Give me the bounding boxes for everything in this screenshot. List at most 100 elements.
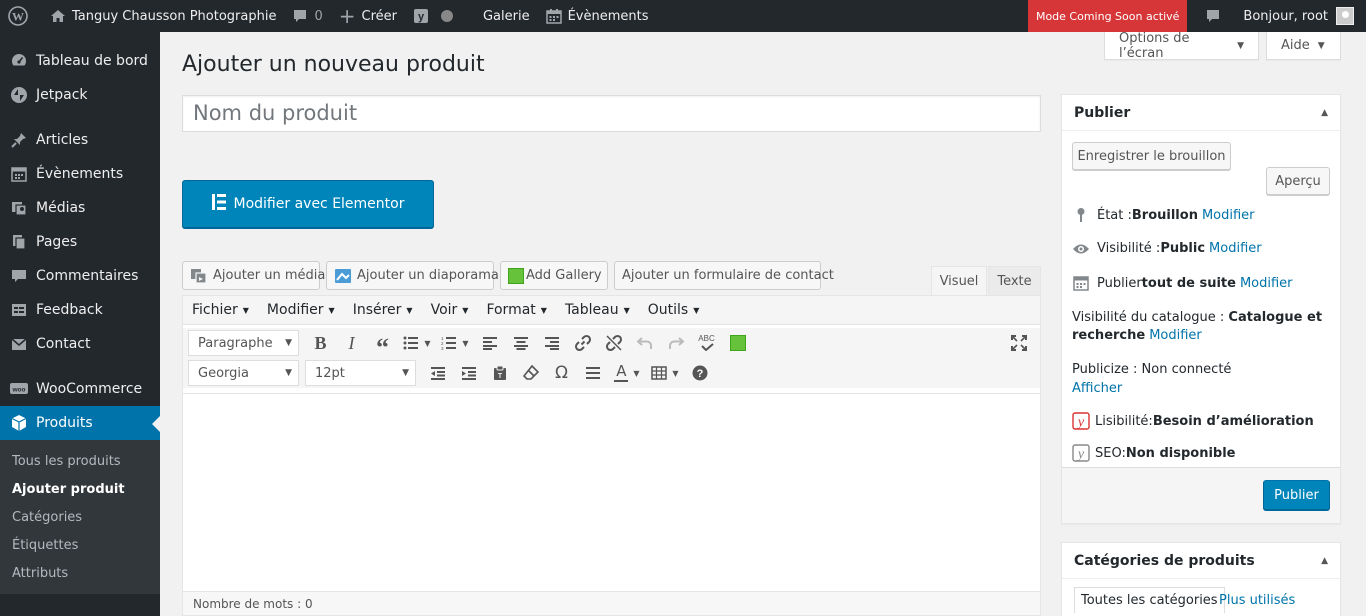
bullet-list-icon[interactable]: ▼ [398,329,436,357]
tab-most-used[interactable]: Plus utilisés [1213,587,1301,613]
menu-insert[interactable]: Insérer ▼ [344,302,422,318]
preview-button[interactable]: Aperçu [1266,167,1330,195]
help-button[interactable]: Aide ▼ [1266,32,1341,60]
collapse-arrow-icon[interactable]: ▲ [1321,108,1328,118]
menu-format[interactable]: Format ▼ [477,302,556,318]
align-center-icon[interactable] [505,329,536,357]
submenu-add-product[interactable]: Ajouter produit [0,475,160,503]
link-icon[interactable] [567,329,598,357]
menu-label: Évènements [36,166,124,182]
admin-bar: W Tanguy Chausson Photographie 0 + Créer… [0,0,1366,32]
paste-text-icon[interactable]: T [484,359,515,387]
screen-options-button[interactable]: Options de l’écran ▼ [1104,31,1259,61]
status-edit-link[interactable]: Modifier [1202,208,1255,223]
unlink-icon[interactable] [598,329,629,357]
menu-pages[interactable]: Pages [0,225,160,259]
outdent-icon[interactable] [422,359,453,387]
product-name-input[interactable]: Nom du produit [182,95,1041,132]
menu-table[interactable]: Tableau ▼ [556,302,639,318]
menu-edit[interactable]: Modifier ▼ [258,302,344,318]
bold-icon[interactable]: B [305,329,336,357]
menu-jetpack[interactable]: Jetpack [0,78,160,112]
svg-text:3: 3 [441,346,444,350]
font-size-select[interactable]: 12pt ▼ [305,360,416,386]
table-icon[interactable]: ▼ [646,359,684,387]
avatar [1336,7,1354,25]
plus-icon: + [338,4,356,28]
submenu-categories[interactable]: Catégories [0,503,160,531]
editor-toolbar-1: Paragraphe ▼ B I “ ▼ 1 2 3 ▼ ABC [183,328,1040,362]
fullscreen-icon[interactable] [1003,329,1034,357]
submenu-tags[interactable]: Étiquettes [0,531,160,559]
menu-media[interactable]: Médias [0,191,160,225]
menu-events[interactable]: Évènements [0,157,160,191]
blockquote-icon[interactable]: “ [367,329,398,362]
tab-all-categories[interactable]: Toutes les catégories [1074,587,1225,613]
font-family-select[interactable]: Georgia ▼ [188,360,299,386]
align-left-icon[interactable] [474,329,505,357]
add-gallery-button[interactable]: Add Gallery [500,261,608,290]
collapse-arrow-icon[interactable]: ▲ [1321,556,1328,566]
my-account-link[interactable]: Bonjour, root [1235,0,1366,32]
publish-button[interactable]: Publier [1263,480,1330,510]
submenu-all-products[interactable]: Tous les produits [0,447,160,475]
notifications-link[interactable] [1197,0,1235,32]
indent-icon[interactable] [453,359,484,387]
pin-icon [9,130,29,150]
publish-box-header[interactable]: Publier ▲ [1062,95,1340,131]
add-contact-form-button[interactable]: Ajouter un formulaire de contact [614,261,834,290]
comments-link[interactable]: 0 [284,0,330,32]
categories-box-header[interactable]: Catégories de produits ▲ [1062,543,1340,579]
add-media-button[interactable]: Ajouter un média [182,261,325,290]
undo-icon[interactable] [629,329,660,357]
menu-articles[interactable]: Articles [0,123,160,157]
edit-with-elementor-button[interactable]: Modifier avec Elementor [182,180,434,228]
submenu-attributes[interactable]: Attributs [0,559,160,587]
gallery-plugin-icon[interactable] [722,329,753,357]
menu-tools[interactable]: Outils ▼ [639,302,709,318]
events-link[interactable]: Évènements [538,0,657,32]
save-draft-button[interactable]: Enregistrer le brouillon [1072,142,1231,170]
new-content-link[interactable]: + Créer [331,0,405,32]
schedule-edit-link[interactable]: Modifier [1240,276,1293,291]
menu-view[interactable]: Voir ▼ [422,302,478,318]
special-character-icon[interactable]: Ω [546,359,577,387]
tab-visual[interactable]: Visuel [931,266,987,296]
svg-text:y: y [418,11,425,23]
add-slideshow-button[interactable]: Ajouter un diaporama [326,261,499,290]
menu-contact[interactable]: Contact [0,327,160,361]
site-name-link[interactable]: Tanguy Chausson Photographie [42,0,284,32]
format-select[interactable]: Paragraphe ▼ [188,330,299,356]
menu-feedback[interactable]: Feedback [0,293,160,327]
text-color-icon[interactable]: A ▼ [608,359,646,387]
menu-file[interactable]: Fichier ▼ [183,302,258,318]
menu-dashboard[interactable]: Tableau de bord [0,44,160,78]
menu-products[interactable]: Produits [0,406,160,440]
publish-actions: Publier [1062,467,1340,523]
horizontal-line-icon[interactable] [577,359,608,387]
spellcheck-icon[interactable]: ABC [691,329,722,357]
dashboard-icon [9,51,29,71]
menu-comments[interactable]: Commentaires [0,259,160,293]
editor-content-area[interactable] [183,393,1040,576]
align-right-icon[interactable] [536,329,567,357]
product-categories-box: Catégories de produits ▲ Toutes les caté… [1061,542,1341,616]
help-icon[interactable]: ? [684,359,715,387]
yoast-menu[interactable]: y [405,0,461,32]
coming-soon-badge[interactable]: Mode Coming Soon activé [1027,0,1188,32]
redo-icon[interactable] [660,329,691,357]
notification-bubble-icon [1205,8,1221,24]
catalog-edit-link[interactable]: Modifier [1149,328,1202,343]
yoast-icon: y [413,8,429,24]
numbered-list-icon[interactable]: 1 2 3 ▼ [436,329,474,357]
tab-text[interactable]: Texte [988,266,1041,296]
menu-woocommerce[interactable]: woo WooCommerce [0,372,160,406]
site-name: Tanguy Chausson Photographie [72,8,277,24]
add-gallery-label: Add Gallery [526,268,602,283]
clear-formatting-icon[interactable] [515,359,546,387]
gallery-link[interactable]: Galerie [475,0,538,32]
italic-icon[interactable]: I [336,329,367,357]
publicize-show-link[interactable]: Afficher [1072,379,1122,398]
wordpress-logo[interactable]: W [0,0,42,32]
visibility-edit-link[interactable]: Modifier [1209,241,1262,256]
